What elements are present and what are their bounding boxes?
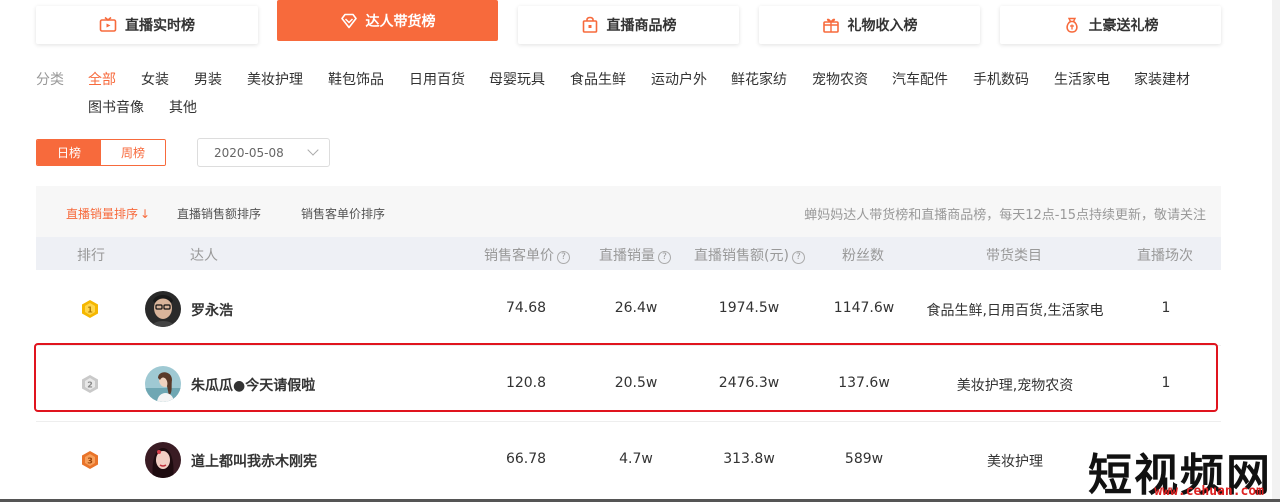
daily-rank-button[interactable]: 日榜	[37, 140, 101, 165]
tab-label: 直播实时榜	[125, 18, 195, 34]
date-picker[interactable]: 2020-05-08	[197, 138, 330, 167]
live-tv-icon	[99, 16, 117, 32]
category-all[interactable]: 全部	[88, 69, 116, 89]
header-label: 销售客单价	[484, 248, 554, 264]
tab-big-spender-gifts[interactable]: 土豪送礼榜	[1000, 6, 1221, 44]
tab-label: 直播商品榜	[606, 18, 677, 34]
table-row[interactable]: 3 道上都叫我赤木刚宪 66.78 4.7w 313.8w 589w 美妆护理	[36, 422, 1221, 496]
fans-count: 589w	[844, 451, 884, 467]
avatar[interactable]	[145, 442, 181, 478]
avatar[interactable]	[145, 291, 181, 327]
help-icon[interactable]: ?	[791, 251, 805, 264]
header-sales-amount: 直播销售额(元)?	[694, 245, 805, 265]
help-icon[interactable]: ?	[658, 251, 671, 264]
category-item[interactable]: 美妆护理	[247, 69, 303, 89]
update-note: 蝉妈妈达人带货榜和直播商品榜，每天12点-15点持续更新，敬请关注	[804, 208, 1206, 223]
tab-live-realtime[interactable]: 直播实时榜	[36, 6, 258, 44]
tab-label: 达人带货榜	[365, 13, 436, 30]
header-unit-price: 销售客单价?	[484, 245, 570, 265]
category-item[interactable]: 运动户外	[651, 69, 707, 89]
date-value: 2020-05-08	[214, 145, 284, 160]
product-categories: 美妆护理	[987, 454, 1043, 470]
category-item[interactable]: 食品生鲜	[570, 69, 626, 89]
period-toggle: 日榜 周榜	[36, 139, 166, 166]
tab-label: 土豪送礼榜	[1088, 18, 1159, 34]
rank-number: 3	[87, 457, 93, 466]
help-icon[interactable]: ?	[557, 251, 570, 264]
rank-number: 1	[87, 306, 93, 315]
category-item[interactable]: 生活家电	[1054, 69, 1110, 89]
category-item[interactable]: 日用百货	[409, 69, 465, 89]
header-influencer: 达人	[190, 248, 218, 264]
category-item[interactable]: 汽车配件	[892, 69, 948, 89]
category-filter: 分类 全部 女装 男装 美妆护理 鞋包饰品 日用百货 母婴玩具 食品生鲜 运动户…	[36, 66, 1216, 122]
scrollbar[interactable]	[1272, 0, 1280, 502]
weekly-rank-button[interactable]: 周榜	[101, 140, 165, 165]
sales-amount: 1974.5w	[718, 300, 780, 316]
highlight-box	[34, 343, 1218, 412]
header-sales-volume: 直播销量?	[599, 245, 671, 265]
influencer-name[interactable]: 道上都叫我赤木刚宪	[191, 451, 317, 471]
header-label: 直播销售额(元)	[694, 248, 789, 264]
bronze-medal-icon: 3	[82, 451, 98, 469]
tab-live-products[interactable]: 直播商品榜	[518, 6, 739, 44]
category-item[interactable]: 图书音像	[88, 97, 144, 117]
influencer-name[interactable]: 罗永浩	[191, 300, 233, 320]
sort-by-sales-volume[interactable]: 直播销量排序 ↓	[66, 205, 150, 222]
table-row[interactable]: 1 罗永浩 74.68 26.4w 1974.5w 1147.6w 食品生鲜,日…	[36, 271, 1221, 345]
sort-label: 直播销量排序	[66, 207, 139, 221]
table-header: 排行 达人 销售客单价? 直播销量? 直播销售额(元)? 粉丝数 带货类目 直播…	[36, 237, 1221, 270]
fans-count: 1147.6w	[833, 300, 895, 316]
money-bag-icon	[1065, 17, 1078, 33]
unit-price: 66.78	[505, 451, 547, 467]
category-item[interactable]: 女装	[141, 69, 169, 89]
watermark-url: www.cehuan.com	[1154, 484, 1264, 499]
live-sessions: 1	[1161, 300, 1171, 316]
category-label: 分类	[36, 72, 64, 88]
sort-down-arrow-icon: ↓	[140, 207, 151, 221]
sort-by-sales-amount[interactable]: 直播销售额排序	[177, 205, 261, 222]
diamond-icon	[340, 13, 357, 28]
header-categories: 带货类目	[986, 248, 1042, 264]
tab-influencer-sales[interactable]: 达人带货榜	[277, 0, 498, 41]
category-item[interactable]: 家装建材	[1134, 69, 1190, 89]
category-item[interactable]: 鲜花家纺	[731, 69, 787, 89]
header-label: 直播销量	[599, 248, 655, 264]
sales-volume: 26.4w	[614, 300, 658, 316]
sales-volume: 4.7w	[619, 451, 653, 467]
sales-amount: 313.8w	[723, 451, 775, 467]
gold-medal-icon: 1	[82, 300, 98, 318]
unit-price: 74.68	[505, 300, 547, 316]
category-item[interactable]: 鞋包饰品	[328, 69, 384, 89]
header-sessions: 直播场次	[1137, 248, 1193, 264]
category-item[interactable]: 其他	[169, 97, 197, 117]
header-rank: 排行	[77, 248, 105, 264]
tab-label: 礼物收入榜	[847, 18, 918, 34]
category-item[interactable]: 母婴玩具	[489, 69, 545, 89]
sort-bar: 直播销量排序 ↓ 直播销售额排序 销售客单价排序 蝉妈妈达人带货榜和直播商品榜，每…	[36, 186, 1221, 237]
shopping-bag-icon	[582, 16, 597, 33]
chevron-down-icon	[307, 144, 319, 156]
category-item[interactable]: 手机数码	[973, 69, 1029, 89]
tab-gift-income[interactable]: 礼物收入榜	[759, 6, 980, 44]
sort-by-unit-price[interactable]: 销售客单价排序	[301, 205, 385, 222]
gift-icon	[822, 18, 839, 33]
category-item[interactable]: 男装	[194, 69, 222, 89]
rank-tabs: 直播实时榜 达人带货榜 直播商品榜 礼物收入榜 土豪送礼榜	[0, 0, 1280, 50]
category-item[interactable]: 宠物农资	[812, 69, 868, 89]
header-fans: 粉丝数	[842, 248, 884, 264]
product-categories: 食品生鲜,日用百货,生活家电	[926, 303, 1104, 319]
